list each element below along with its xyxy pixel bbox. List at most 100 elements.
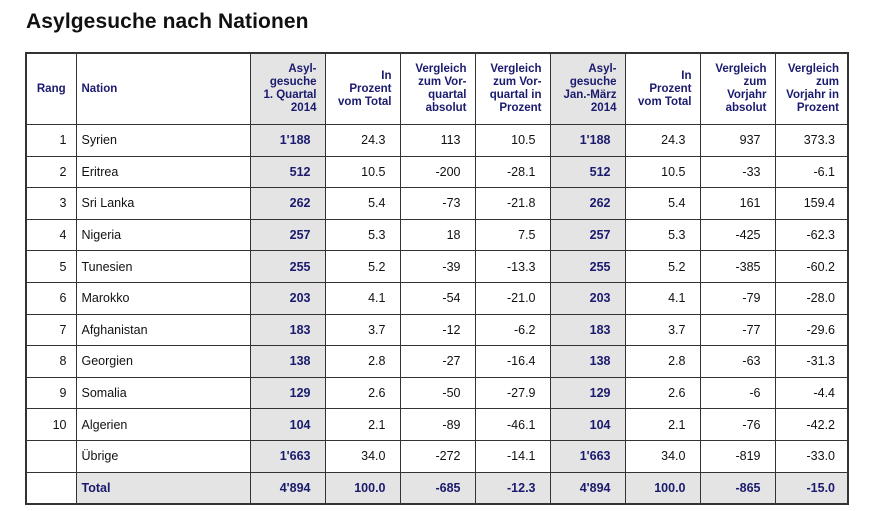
cell-prozent-jan-maerz: 34.0 [624, 439, 701, 473]
cell-rang: 10 [25, 408, 77, 441]
cell-vergleich-vorquartal-absolut: -39 [399, 250, 476, 283]
cell-vergleich-vorquartal-absolut: -200 [399, 155, 476, 189]
cell-vergleich-vorjahr-prozent: -4.4 [774, 376, 849, 410]
cell-asylgesuche-jan-maerz: 1'663 [549, 439, 626, 473]
cell-vergleich-vorquartal-prozent: 7.5 [474, 218, 551, 252]
column-header-asylgesuche-q1: Asyl-gesuche 1. Quartal 2014 [249, 52, 326, 125]
cell-nation: Übrige [75, 439, 251, 473]
cell-prozent-jan-maerz: 5.3 [624, 218, 701, 252]
cell-vergleich-vorquartal-absolut: -12 [399, 313, 476, 347]
total-row: Total 4'894 100.0 -685 -12.3 4'894 100.0 -865 -1… [25, 471, 849, 505]
cell-nation: Marokko [75, 281, 251, 315]
cell-prozent-q1: 3.7 [324, 313, 401, 347]
cell-prozent-jan-maerz: 24.3 [624, 124, 701, 157]
cell-asylgesuche-jan-maerz: 104 [549, 408, 626, 441]
cell-nation: Sri Lanka [75, 187, 251, 220]
cell-vergleich-vorjahr-absolut: -385 [699, 250, 776, 283]
cell-nation: Syrien [75, 124, 251, 157]
header-line: Vergleich [415, 63, 467, 75]
header-line: Vergleich [490, 63, 542, 75]
cell-asylgesuche-q1: 1'188 [249, 124, 326, 157]
cell-rang: 9 [25, 376, 77, 410]
cell-nation: Georgien [75, 345, 251, 378]
asylum-table: Rang Nation Asyl-gesuche 1. Quartal 2014 In Pr… [25, 52, 849, 506]
cell-vergleich-vorquartal-absolut: -27 [399, 345, 476, 378]
header-line: gesuche [569, 76, 617, 88]
header-line: quartal [428, 89, 467, 101]
cell-rang: 7 [25, 313, 77, 347]
cell-asylgesuche-q1: 183 [249, 313, 326, 347]
cell-vergleich-vorjahr-prozent: -33.0 [774, 439, 849, 473]
cell-vergleich-vorjahr-prozent: -29.6 [774, 313, 849, 347]
cell-vergleich-vorquartal-absolut: -89 [399, 408, 476, 441]
cell-rang [25, 439, 77, 473]
cell-vergleich-vorquartal-prozent: -46.1 [474, 408, 551, 441]
cell-vergleich-vorjahr-absolut: -33 [699, 155, 776, 189]
cell-vergleich-vorjahr-prozent: 159.4 [774, 187, 849, 220]
header-line: Asyl- [588, 63, 617, 75]
cell-asylgesuche-jan-maerz: 129 [549, 376, 626, 410]
cell-rang: 8 [25, 345, 77, 378]
header-line: vom Total [338, 95, 392, 108]
header-line: zum Vor- [493, 76, 542, 88]
cell-asylgesuche-q1: 255 [249, 250, 326, 283]
cell-nation: Afghanistan [75, 313, 251, 347]
table-row: Übrige 1'663 34.0 -272 -14.1 1'663 34.0 -819 -33… [25, 439, 849, 473]
cell-prozent-q1: 24.3 [324, 124, 401, 157]
header-line: Asyl- [288, 63, 317, 75]
cell-prozent-jan-maerz: 2.6 [624, 376, 701, 410]
cell-vergleich-vorquartal-absolut: 18 [399, 218, 476, 252]
cell-prozent-jan-maerz: 2.1 [624, 408, 701, 441]
cell-asylgesuche-q1: 129 [249, 376, 326, 410]
cell-vergleich-vorquartal-absolut: 113 [399, 124, 476, 157]
cell-vergleich-vorjahr-prozent: -42.2 [774, 408, 849, 441]
header-line: gesuche [269, 76, 317, 88]
header-line: zum Vor- [418, 76, 467, 88]
cell-asylgesuche-q1: 203 [249, 281, 326, 315]
column-header-rang: Rang [25, 52, 77, 125]
cell-vergleich-vorjahr-absolut: -6 [699, 376, 776, 410]
cell-rang: 5 [25, 250, 77, 283]
header-line: quartal in [489, 89, 542, 101]
cell-nation: Tunesien [75, 250, 251, 283]
cell-vergleich-vorquartal-absolut: -50 [399, 376, 476, 410]
header-line: Vorjahr [727, 89, 767, 101]
cell-asylgesuche-q1: 4'894 [249, 471, 326, 505]
cell-vergleich-vorjahr-prozent: -62.3 [774, 218, 849, 252]
cell-nation: Algerien [75, 408, 251, 441]
cell-prozent-q1: 2.6 [324, 376, 401, 410]
cell-vergleich-vorjahr-absolut: -77 [699, 313, 776, 347]
table-row: 1 Syrien 1'188 24.3 113 10.5 1'188 24.3 937 373.3 [25, 124, 849, 157]
cell-prozent-q1: 10.5 [324, 155, 401, 189]
cell-prozent-q1: 100.0 [324, 471, 401, 505]
cell-vergleich-vorquartal-prozent: -13.3 [474, 250, 551, 283]
table-row: 8 Georgien 138 2.8 -27 -16.4 138 2.8 -63 -31.3 [25, 345, 849, 378]
cell-vergleich-vorquartal-absolut: -272 [399, 439, 476, 473]
column-header-prozent-q1: In Prozent vom Total [324, 52, 401, 125]
column-header-prozent-jan-maerz: In Prozent vom Total [624, 52, 701, 125]
cell-vergleich-vorjahr-absolut: -79 [699, 281, 776, 315]
cell-asylgesuche-jan-maerz: 183 [549, 313, 626, 347]
table-row: 9 Somalia 129 2.6 -50 -27.9 129 2.6 -6 -4.4 [25, 376, 849, 410]
cell-asylgesuche-q1: 257 [249, 218, 326, 252]
cell-asylgesuche-jan-maerz: 512 [549, 155, 626, 189]
cell-asylgesuche-jan-maerz: 262 [549, 187, 626, 220]
cell-prozent-q1: 34.0 [324, 439, 401, 473]
table-row: 7 Afghanistan 183 3.7 -12 -6.2 183 3.7 -77 -29.6 [25, 313, 849, 347]
cell-vergleich-vorjahr-prozent: -31.3 [774, 345, 849, 378]
cell-rang: 4 [25, 218, 77, 252]
cell-vergleich-vorjahr-absolut: 937 [699, 124, 776, 157]
cell-prozent-q1: 5.2 [324, 250, 401, 283]
column-header-vergleich-vorquartal-absolut: Vergleich zum Vor-quartal absolut [399, 52, 476, 125]
cell-vergleich-vorquartal-prozent: -21.0 [474, 281, 551, 315]
cell-nation: Nigeria [75, 218, 251, 252]
cell-asylgesuche-q1: 138 [249, 345, 326, 378]
cell-prozent-jan-maerz: 4.1 [624, 281, 701, 315]
table-row: 2 Eritrea 512 10.5 -200 -28.1 512 10.5 -33 -6.1 [25, 155, 849, 189]
cell-prozent-q1: 2.8 [324, 345, 401, 378]
cell-vergleich-vorjahr-absolut: -425 [699, 218, 776, 252]
page-title: Asylgesuche nach Nationen [26, 10, 309, 33]
header-line: 1. Quartal [263, 89, 317, 101]
cell-vergleich-vorquartal-prozent: -16.4 [474, 345, 551, 378]
cell-vergleich-vorjahr-absolut: 161 [699, 187, 776, 220]
